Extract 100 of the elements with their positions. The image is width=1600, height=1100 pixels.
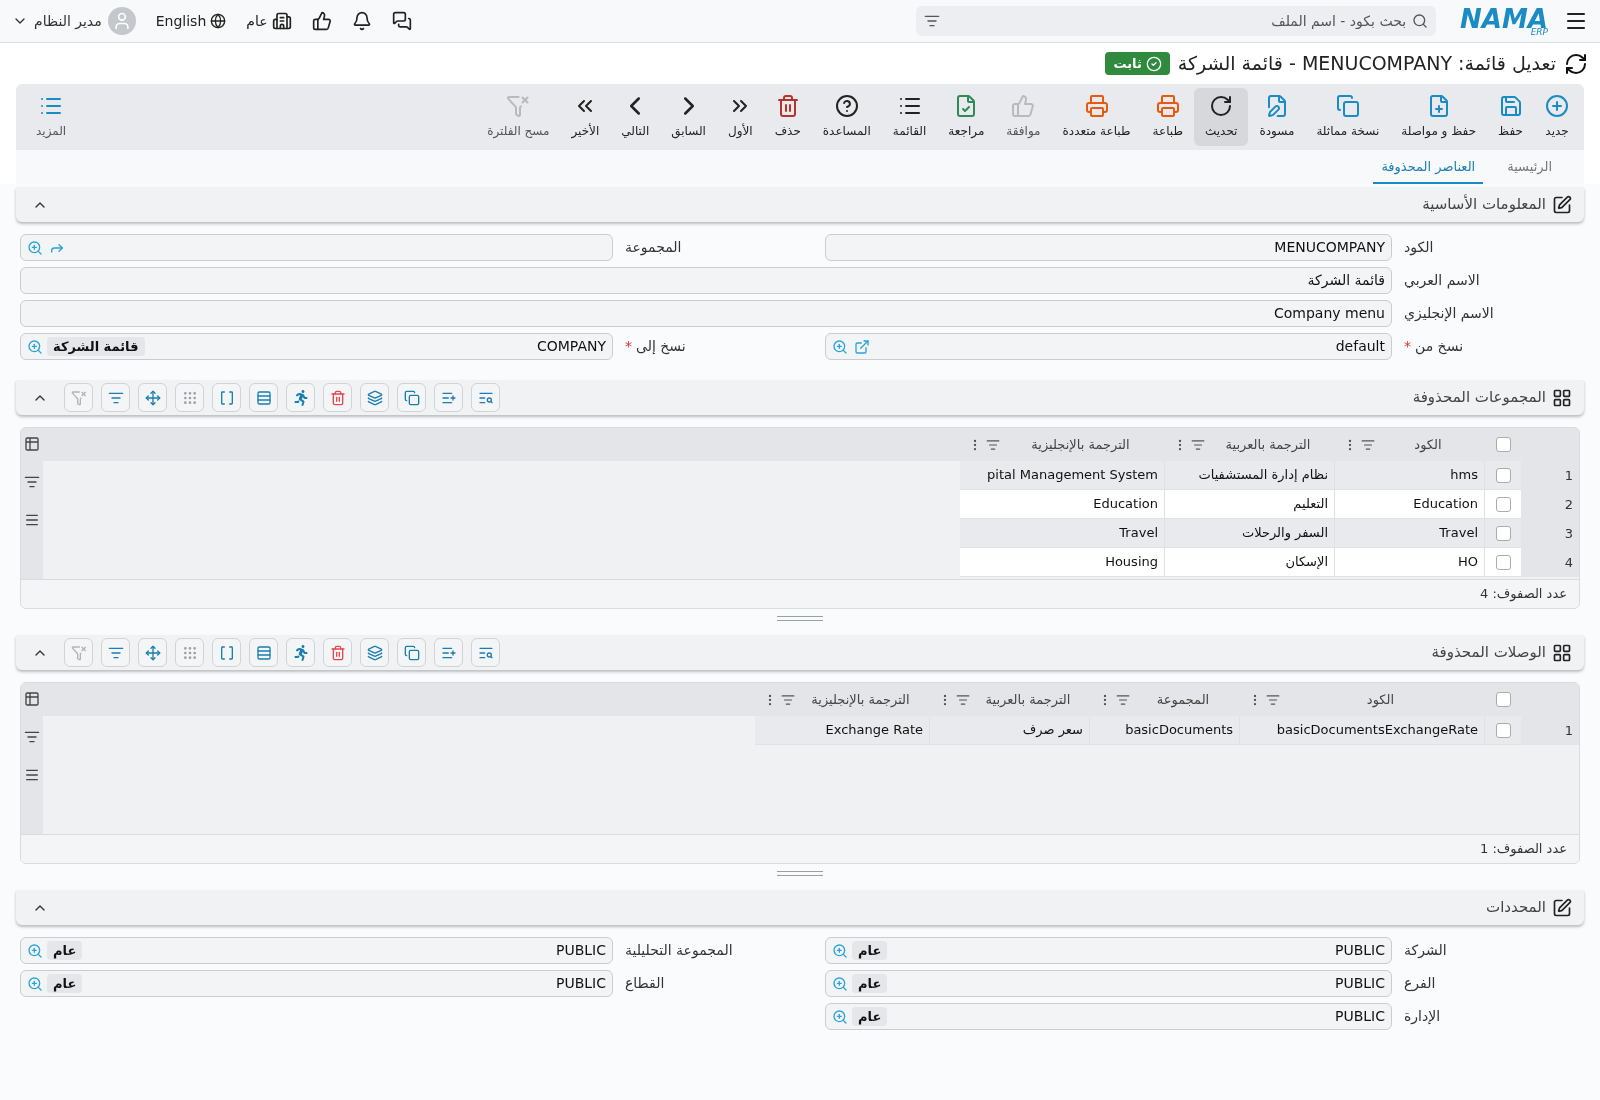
toolbar-button[interactable]: طباعة xyxy=(1141,88,1194,146)
grid-tool-button[interactable] xyxy=(397,383,426,412)
toolbar-button[interactable]: جديد xyxy=(1534,88,1580,146)
grid-tool-button[interactable] xyxy=(101,638,130,667)
toolbar-button[interactable]: التالي xyxy=(610,88,661,146)
filter-icon[interactable] xyxy=(24,729,40,745)
table-cell: Housing xyxy=(960,548,1165,577)
tab[interactable]: الرئيسية xyxy=(1499,156,1560,184)
toolbar-button[interactable]: مراجعة xyxy=(937,88,996,146)
grid-tool-button[interactable] xyxy=(212,638,241,667)
grid-tool-button[interactable] xyxy=(360,383,389,412)
layers-icon xyxy=(366,389,383,406)
grid-tool-button[interactable] xyxy=(434,383,463,412)
toolbar-button[interactable]: طباعة متعددة xyxy=(1051,88,1142,146)
checkbox[interactable] xyxy=(1495,692,1511,707)
toolbar-button[interactable]: نسخة مماثلة xyxy=(1305,88,1391,146)
grid-tool-button[interactable] xyxy=(360,638,389,667)
grid-tool-button[interactable] xyxy=(323,638,352,667)
grid-tool-button[interactable] xyxy=(175,638,204,667)
checkbox[interactable] xyxy=(1495,554,1511,570)
search-plus-icon[interactable] xyxy=(832,338,848,355)
refresh-icon[interactable] xyxy=(1564,51,1588,76)
column-header[interactable]: المجموعة xyxy=(1090,683,1240,716)
toolbar-button[interactable]: القائمة xyxy=(881,88,938,146)
column-header[interactable]: الترجمة بالعربية xyxy=(1165,428,1335,461)
table-cell: السفر والرحلات xyxy=(1165,519,1335,548)
toolbar-button[interactable]: مسودة xyxy=(1248,88,1306,146)
grid-tool-button[interactable] xyxy=(138,638,167,667)
column-header[interactable]: الترجمة بالإنجليزية xyxy=(960,428,1165,461)
checkbox[interactable] xyxy=(1495,525,1511,541)
grid-tool-button[interactable] xyxy=(471,383,500,412)
grid-tool-button[interactable] xyxy=(249,638,278,667)
grid-tool-button[interactable] xyxy=(286,638,315,667)
column-header[interactable]: الكود xyxy=(1240,683,1485,716)
language-switcher[interactable]: English xyxy=(155,10,227,32)
resize-handle[interactable] xyxy=(777,870,823,876)
search-plus-icon[interactable] xyxy=(27,975,43,992)
more-button[interactable]: المزيد xyxy=(28,88,75,146)
checkbox[interactable] xyxy=(1495,722,1511,738)
grid-tool-button[interactable] xyxy=(397,638,426,667)
input-field[interactable]: default xyxy=(825,333,1392,360)
table-icon[interactable] xyxy=(24,436,40,452)
grid-tool-button[interactable] xyxy=(286,383,315,412)
column-header[interactable]: الكود xyxy=(1335,428,1485,461)
table-icon[interactable] xyxy=(24,691,40,707)
filter-icon[interactable] xyxy=(781,692,795,707)
grid-tool-button[interactable] xyxy=(101,383,130,412)
menu-icon[interactable] xyxy=(24,512,40,528)
grid-tool-button[interactable] xyxy=(212,383,241,412)
resize-handle[interactable] xyxy=(777,615,823,621)
menu-icon[interactable] xyxy=(24,767,40,783)
avatar-icon xyxy=(107,7,136,35)
grid-tool-button[interactable] xyxy=(138,383,167,412)
toolbar-button[interactable]: السابق xyxy=(660,88,717,146)
filter-icon[interactable] xyxy=(956,692,970,707)
grid-tool-button[interactable] xyxy=(249,383,278,412)
search-plus-icon[interactable] xyxy=(832,942,848,959)
toolbar-button[interactable]: الأول xyxy=(716,88,764,146)
filter-icon[interactable] xyxy=(24,474,40,490)
external-link-icon[interactable] xyxy=(854,338,870,355)
toolbar-button[interactable]: حفظ xyxy=(1487,88,1534,146)
filter-icon[interactable] xyxy=(1191,437,1205,452)
column-header[interactable]: الترجمة بالإنجليزية xyxy=(755,683,930,716)
filter-icon[interactable] xyxy=(986,437,1000,452)
filter-icon[interactable] xyxy=(1266,692,1280,707)
grid-tool-button[interactable] xyxy=(323,383,352,412)
column-header[interactable]: الترجمة بالعربية xyxy=(930,683,1090,716)
grid-tool-button[interactable] xyxy=(434,638,463,667)
table-cell: سعر صرف xyxy=(930,716,1090,745)
user-menu[interactable]: مدير النظام xyxy=(12,7,136,35)
chat-icon[interactable] xyxy=(391,11,412,31)
search-plus-icon[interactable] xyxy=(27,239,43,256)
company-switcher[interactable]: عام xyxy=(246,10,292,32)
grid-tool-button[interactable] xyxy=(64,638,93,667)
input-field[interactable]: Company menu xyxy=(20,300,1392,327)
search-plus-icon[interactable] xyxy=(27,942,43,959)
input-field[interactable]: MENUCOMPANY xyxy=(825,234,1392,261)
toolbar-button[interactable]: حفظ و مواصلة xyxy=(1390,88,1488,146)
tag-chip: عام xyxy=(852,940,888,961)
thumbs-up-icon[interactable] xyxy=(311,11,332,31)
toolbar-button[interactable]: المساعدة xyxy=(811,88,882,146)
search-plus-icon[interactable] xyxy=(27,338,43,355)
filter-icon[interactable] xyxy=(924,13,941,29)
notification-icon[interactable] xyxy=(351,11,372,31)
input-field[interactable]: قائمة الشركة xyxy=(20,267,1392,294)
toolbar-button[interactable]: الأخير xyxy=(560,88,611,146)
grid-tool-button[interactable] xyxy=(471,638,500,667)
grid-tool-button[interactable] xyxy=(64,383,93,412)
input-field[interactable] xyxy=(20,234,613,261)
tag-chip: عام xyxy=(47,973,83,994)
checkbox[interactable] xyxy=(1495,496,1511,512)
filter-icon[interactable] xyxy=(1361,437,1375,452)
search-plus-icon[interactable] xyxy=(832,975,848,992)
checkbox[interactable] xyxy=(1495,467,1511,483)
toolbar-button[interactable]: تحديث xyxy=(1193,88,1249,146)
grid-tool-button[interactable] xyxy=(175,383,204,412)
checkbox[interactable] xyxy=(1495,437,1511,452)
filter-icon[interactable] xyxy=(1116,692,1130,707)
search-plus-icon[interactable] xyxy=(832,1008,848,1025)
toolbar-button[interactable]: حذف xyxy=(763,88,812,146)
